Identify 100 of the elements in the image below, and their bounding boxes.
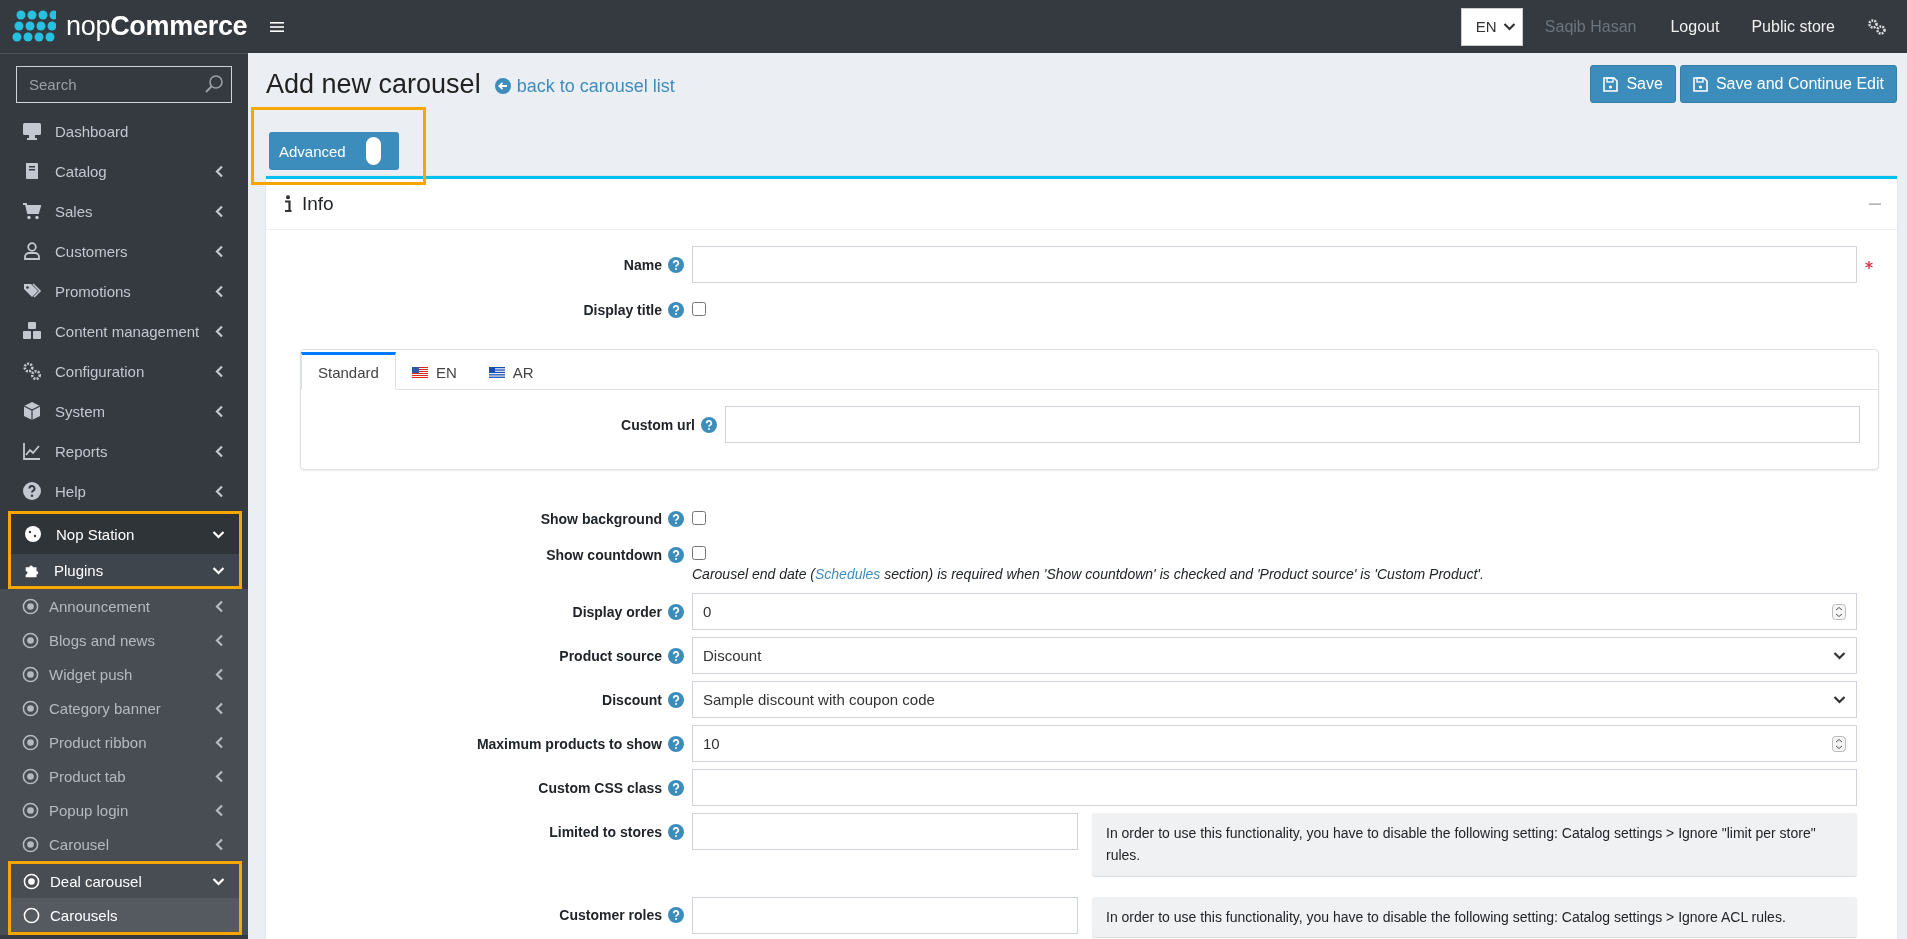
- sidebar-item[interactable]: Widget push: [0, 657, 248, 691]
- striped-flag-icon: [488, 367, 505, 378]
- sidebar-item[interactable]: Carousels: [11, 898, 239, 932]
- dot-circle-icon: [23, 872, 40, 890]
- sidebar-item[interactable]: Deal carousel: [11, 864, 239, 898]
- checkbox[interactable]: [692, 301, 706, 316]
- sidebar-item[interactable]: Carousel: [0, 827, 248, 861]
- search-field[interactable]: Search: [16, 66, 232, 103]
- sidebar-item[interactable]: Content management: [0, 311, 248, 351]
- chevron-left-icon: [215, 701, 224, 715]
- text-field[interactable]: [725, 406, 1860, 443]
- save-button[interactable]: Save: [1590, 65, 1676, 103]
- help-icon[interactable]: [668, 647, 684, 664]
- info-message: In order to use this functionality, you have to disable the following setting: Catalog settings > Ignore "limit per store" rules.: [1092, 813, 1857, 876]
- help-icon[interactable]: [668, 511, 684, 527]
- spinner-icon[interactable]: [1832, 735, 1846, 752]
- circle-icon: [23, 906, 40, 924]
- field-label: Show countdown: [546, 546, 662, 563]
- chevron-down-icon: [212, 876, 225, 886]
- chevron-down-icon: [212, 565, 225, 575]
- help-icon[interactable]: [668, 691, 684, 708]
- field-label: Product source: [559, 647, 662, 664]
- sidebar-item[interactable]: Catalog: [0, 151, 248, 191]
- caret-icon: [1833, 651, 1846, 660]
- chevron-left-icon: [215, 769, 224, 783]
- checkbox[interactable]: [692, 510, 706, 525]
- sidebar-item[interactable]: Product ribbon: [0, 725, 248, 759]
- info-icon: [284, 195, 292, 213]
- sidebar-item[interactable]: Configuration: [0, 351, 248, 391]
- chevron-left-icon: [215, 244, 224, 258]
- language-select[interactable]: EN: [1460, 7, 1523, 46]
- info-message: In order to use this functionality, you have to disable the following setting: Catalog settings > Ignore ACL rules.: [1092, 896, 1857, 938]
- multiselect-field[interactable]: [692, 896, 1078, 934]
- help-icon[interactable]: [668, 256, 684, 273]
- brand-name[interactable]: nopCommerce: [66, 11, 248, 42]
- select-field[interactable]: Discount: [692, 637, 1857, 674]
- menu-icon[interactable]: [270, 20, 284, 33]
- user-name: Saqib Hasan: [1544, 17, 1637, 36]
- line-chart-icon: [22, 441, 42, 461]
- select-field[interactable]: Sample discount with coupon code: [692, 681, 1857, 718]
- spinner-icon[interactable]: [1832, 603, 1846, 620]
- help-icon[interactable]: [668, 907, 684, 924]
- sidebar-item[interactable]: Popup login: [0, 793, 248, 827]
- page-title: Add new carousel: [266, 68, 481, 100]
- checkbox[interactable]: [692, 546, 706, 561]
- chevron-left-icon: [215, 324, 224, 338]
- chevron-left-icon: [215, 599, 224, 613]
- sidebar-item[interactable]: System: [0, 391, 248, 431]
- sidebar-item[interactable]: Product tab: [0, 759, 248, 793]
- help-icon[interactable]: [668, 603, 684, 620]
- help-icon[interactable]: [668, 735, 684, 752]
- chevron-left-icon: [215, 735, 224, 749]
- sidebar-item[interactable]: Announcement: [0, 589, 248, 623]
- chevron-down-icon: [212, 529, 225, 539]
- help-icon[interactable]: [668, 546, 684, 563]
- card-title: Info: [302, 193, 335, 215]
- help-icon: [22, 481, 42, 501]
- sidebar-item[interactable]: Plugins: [11, 554, 239, 586]
- field-label: Maximum products to show: [476, 735, 662, 752]
- save-button[interactable]: Save and Continue Edit: [1679, 65, 1897, 103]
- multiselect-field[interactable]: [692, 813, 1078, 850]
- advanced-toggle[interactable]: Advanced: [269, 132, 399, 170]
- dot-circle-icon: [22, 597, 39, 615]
- sidebar-item[interactable]: Reports: [0, 431, 248, 471]
- schedules-link[interactable]: Schedules: [814, 565, 881, 582]
- tab[interactable]: Standard: [301, 352, 396, 390]
- sidebar-item[interactable]: Customers: [0, 231, 248, 271]
- number-field[interactable]: 0: [692, 593, 1857, 630]
- search-icon[interactable]: [204, 74, 224, 94]
- help-icon[interactable]: [668, 779, 684, 796]
- sidebar-item[interactable]: Blogs and news: [0, 623, 248, 657]
- sidebar-item[interactable]: Category banner: [0, 691, 248, 725]
- field-label: Limited to stores: [549, 823, 662, 840]
- sidebar-item[interactable]: Promotions: [0, 271, 248, 311]
- sidebar-item[interactable]: Nop Station: [11, 514, 239, 554]
- chevron-left-icon: [215, 364, 224, 378]
- sidebar-item[interactable]: Sales: [0, 191, 248, 231]
- text-field[interactable]: [692, 769, 1857, 806]
- chevron-left-icon: [215, 837, 224, 851]
- user-icon: [22, 241, 42, 261]
- logo-icon: [12, 9, 56, 44]
- tab[interactable]: AR: [472, 352, 550, 390]
- text-field[interactable]: [692, 246, 1857, 283]
- field-label: Show background: [540, 511, 662, 527]
- caret-icon: [1502, 22, 1516, 31]
- cookie-icon: [23, 524, 43, 544]
- header-link[interactable]: Logout: [1670, 17, 1720, 36]
- chevron-left-icon: [215, 404, 224, 418]
- number-field[interactable]: 10: [692, 725, 1857, 762]
- tab[interactable]: EN: [395, 352, 473, 390]
- field-label: Custom CSS class: [538, 779, 662, 796]
- header-link[interactable]: Public store: [1751, 17, 1835, 36]
- sidebar-item[interactable]: Help: [0, 471, 248, 511]
- help-icon[interactable]: [668, 823, 684, 840]
- help-icon[interactable]: [668, 302, 684, 318]
- gears-icon[interactable]: [1867, 17, 1887, 36]
- sidebar-item[interactable]: Dashboard: [0, 111, 248, 151]
- help-icon[interactable]: [701, 416, 717, 433]
- arrow-left-icon: [494, 78, 511, 94]
- chevron-left-icon: [215, 484, 224, 498]
